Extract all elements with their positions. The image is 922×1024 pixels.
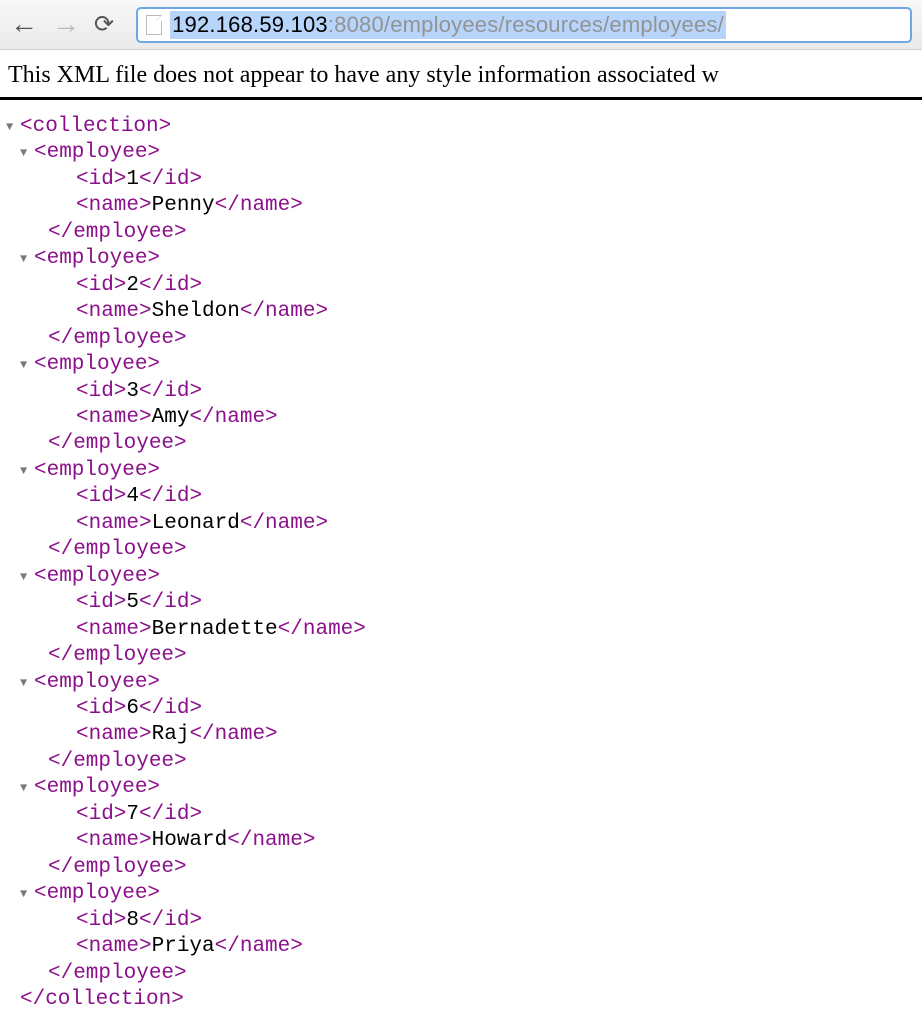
id-value: 8 bbox=[126, 909, 139, 932]
name-value: Howard bbox=[152, 829, 228, 852]
name-node: <name>Amy</name> bbox=[6, 405, 922, 431]
id-node: <id>7</id> bbox=[6, 802, 922, 828]
id-value: 3 bbox=[126, 380, 139, 403]
id-value: 6 bbox=[126, 697, 139, 720]
collection-close: </collection> bbox=[6, 987, 922, 1013]
id-value: 5 bbox=[126, 591, 139, 614]
employee-node: ▼<employee> bbox=[6, 458, 922, 484]
triangle-icon[interactable]: ▼ bbox=[6, 120, 20, 135]
employee-close: </employee> bbox=[6, 537, 922, 563]
triangle-icon[interactable]: ▼ bbox=[20, 464, 34, 479]
reload-button[interactable]: ⟳ bbox=[94, 13, 114, 37]
employee-node: ▼<employee> bbox=[6, 246, 922, 272]
id-node: <id>3</id> bbox=[6, 379, 922, 405]
page-icon bbox=[146, 15, 162, 35]
triangle-icon[interactable]: ▼ bbox=[20, 676, 34, 691]
address-bar[interactable]: 192.168.59.103:8080/employees/resources/… bbox=[136, 7, 912, 43]
xml-tree: ▼<collection>▼<employee><id>1</id><name>… bbox=[0, 114, 922, 1013]
employee-close: </employee> bbox=[6, 855, 922, 881]
name-value: Bernadette bbox=[152, 618, 278, 641]
employee-node: ▼<employee> bbox=[6, 564, 922, 590]
name-value: Leonard bbox=[152, 512, 240, 535]
id-value: 4 bbox=[126, 485, 139, 508]
employee-close: </employee> bbox=[6, 220, 922, 246]
name-value: Amy bbox=[152, 406, 190, 429]
id-node: <id>8</id> bbox=[6, 908, 922, 934]
employee-node: ▼<employee> bbox=[6, 881, 922, 907]
name-node: <name>Penny</name> bbox=[6, 193, 922, 219]
id-node: <id>5</id> bbox=[6, 590, 922, 616]
browser-toolbar: ← → ⟳ 192.168.59.103:8080/employees/reso… bbox=[0, 0, 922, 50]
name-value: Priya bbox=[152, 935, 215, 958]
triangle-icon[interactable]: ▼ bbox=[20, 887, 34, 902]
triangle-icon[interactable]: ▼ bbox=[20, 252, 34, 267]
employee-close: </employee> bbox=[6, 431, 922, 457]
id-node: <id>6</id> bbox=[6, 696, 922, 722]
triangle-icon[interactable]: ▼ bbox=[20, 358, 34, 373]
name-value: Raj bbox=[152, 723, 190, 746]
name-value: Penny bbox=[152, 194, 215, 217]
triangle-icon[interactable]: ▼ bbox=[20, 570, 34, 585]
employee-close: </employee> bbox=[6, 643, 922, 669]
forward-button[interactable]: → bbox=[52, 11, 80, 39]
employee-close: </employee> bbox=[6, 749, 922, 775]
employee-node: ▼<employee> bbox=[6, 670, 922, 696]
divider bbox=[0, 97, 922, 100]
url-text: 192.168.59.103:8080/employees/resources/… bbox=[170, 11, 726, 39]
url-host: 192.168.59.103 bbox=[172, 12, 328, 37]
employee-close: </employee> bbox=[6, 961, 922, 987]
id-node: <id>4</id> bbox=[6, 484, 922, 510]
name-node: <name>Raj</name> bbox=[6, 722, 922, 748]
triangle-icon[interactable]: ▼ bbox=[20, 781, 34, 796]
name-node: <name>Sheldon</name> bbox=[6, 299, 922, 325]
id-value: 7 bbox=[126, 803, 139, 826]
id-node: <id>1</id> bbox=[6, 167, 922, 193]
employee-node: ▼<employee> bbox=[6, 140, 922, 166]
name-node: <name>Leonard</name> bbox=[6, 511, 922, 537]
url-path: :8080/employees/resources/employees/ bbox=[328, 12, 724, 37]
name-value: Sheldon bbox=[152, 300, 240, 323]
employee-node: ▼<employee> bbox=[6, 352, 922, 378]
employee-node: ▼<employee> bbox=[6, 775, 922, 801]
name-node: <name>Priya</name> bbox=[6, 934, 922, 960]
id-value: 2 bbox=[126, 274, 139, 297]
name-node: <name>Howard</name> bbox=[6, 828, 922, 854]
triangle-icon[interactable]: ▼ bbox=[20, 146, 34, 161]
id-value: 1 bbox=[126, 168, 139, 191]
name-node: <name>Bernadette</name> bbox=[6, 617, 922, 643]
xml-style-warning: This XML file does not appear to have an… bbox=[0, 50, 922, 97]
employee-close: </employee> bbox=[6, 326, 922, 352]
id-node: <id>2</id> bbox=[6, 273, 922, 299]
back-button[interactable]: ← bbox=[10, 11, 38, 39]
